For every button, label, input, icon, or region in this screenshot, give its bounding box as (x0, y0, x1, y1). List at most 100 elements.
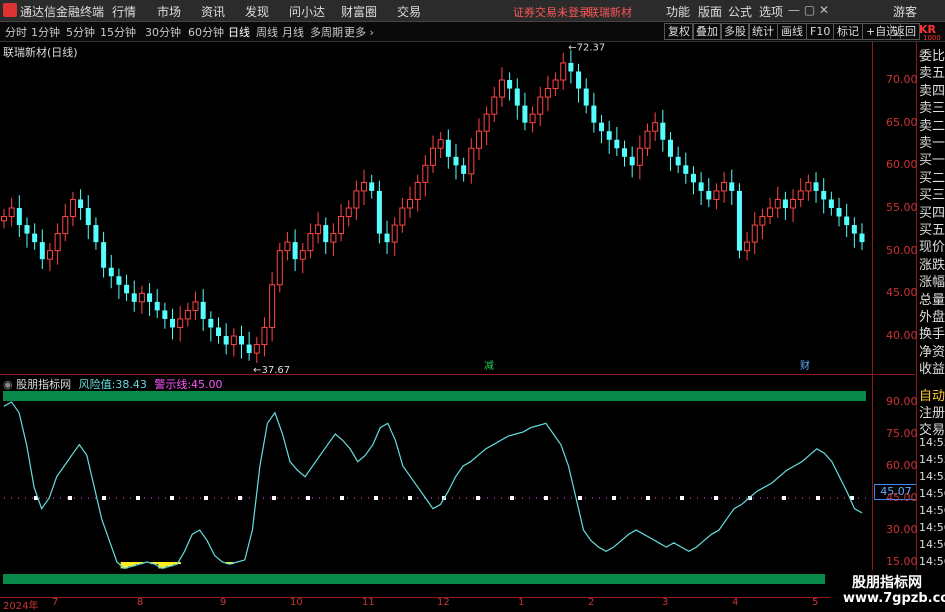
period-tab[interactable]: 多周期 (310, 24, 343, 40)
menu-item[interactable]: 行情 (112, 3, 136, 20)
candle-body (391, 224, 398, 243)
candle-body (453, 156, 459, 166)
candle-body (223, 336, 229, 345)
y-axis-line (872, 42, 873, 609)
login-status[interactable]: 证券交易未登录 (513, 4, 590, 20)
period-tab[interactable]: 30分钟 (145, 24, 181, 40)
period-tab[interactable]: 15分钟 (100, 24, 136, 40)
menu-item[interactable]: 资讯 (201, 3, 225, 20)
candle-body (85, 208, 91, 226)
panel-item[interactable]: 14:56 (919, 487, 945, 500)
toolbar-button[interactable]: 统计 (748, 23, 778, 40)
date-tick: 11 (362, 597, 375, 608)
indicator-settings-icon[interactable]: ◉ (3, 378, 13, 391)
toolbar-button[interactable]: 叠加 (692, 23, 722, 40)
candle-body (353, 190, 360, 209)
menu-item[interactable]: 发现 (245, 3, 269, 20)
menu-item[interactable]: 市场 (157, 3, 181, 20)
indicator-name[interactable]: 股朋指标网 (16, 378, 71, 391)
period-tab[interactable]: 5分钟 (66, 24, 95, 40)
warn-dot (170, 496, 174, 500)
candle-body (552, 79, 559, 90)
panel-item[interactable]: 14:55 (919, 453, 945, 466)
candle-body (813, 182, 819, 191)
right-menu-item[interactable]: 选项 (759, 3, 783, 20)
period-tab[interactable]: 60分钟 (188, 24, 224, 40)
menu-item[interactable]: 财富圈 (341, 3, 377, 20)
right-menu-item[interactable]: 功能 (666, 3, 690, 20)
candle-body (729, 182, 735, 191)
panel-item[interactable]: 14:56 (919, 555, 945, 568)
candle-body (361, 181, 368, 192)
panel-separator[interactable] (0, 374, 915, 375)
candle-body (706, 190, 712, 200)
y-tick-label: 45.00 (886, 286, 918, 300)
candle-body (8, 207, 15, 218)
toolbar-button[interactable]: 多股 (720, 23, 750, 40)
panel-item[interactable]: 14:56 (919, 504, 945, 517)
candle-body (774, 198, 781, 209)
warn-value: 45.00 (191, 378, 223, 391)
period-tab[interactable]: 月线 (282, 24, 304, 40)
period-tab[interactable]: 周线 (256, 24, 278, 40)
candle-body (162, 310, 168, 319)
quote-label: 卖三 (919, 101, 945, 117)
stock-link[interactable]: 联瑞新材 (588, 4, 632, 20)
upper-band (3, 391, 866, 401)
candle-body (276, 250, 283, 286)
candle-body (170, 318, 176, 328)
window-buttons[interactable]: — ▢ ✕ (788, 3, 829, 17)
toolbar-button[interactable]: 返回 (890, 23, 920, 40)
quote-label: 外盘 (919, 310, 945, 325)
panel-item[interactable]: 14:56 (919, 521, 945, 534)
date-tick: 9 (220, 597, 227, 608)
high-price-label: ←72.37 (568, 43, 605, 54)
candle-body (614, 139, 620, 149)
chart-canvas[interactable]: ←72.37←37.67 减财 (0, 42, 916, 609)
menu-item[interactable]: 问小达 (289, 3, 325, 20)
y-tick-label: 65.00 (886, 115, 918, 129)
y-tick-label: 55.00 (886, 201, 918, 214)
candle-body (629, 156, 635, 166)
warn-dot (510, 496, 514, 500)
candle-body (330, 233, 337, 243)
period-tab[interactable]: 更多 › (344, 24, 374, 40)
toolbar-button[interactable]: F10 (806, 23, 835, 40)
menu-item[interactable]: 交易 (397, 3, 421, 20)
period-tab[interactable]: 日线 (228, 24, 250, 40)
candle-body (560, 62, 567, 81)
candle-body (475, 130, 482, 149)
panel-item[interactable]: 14:55 (919, 436, 945, 449)
toolbar-button[interactable]: 标记 (833, 23, 863, 40)
watermark-title: 股朋指标网 (852, 575, 922, 591)
candle-body (1, 216, 7, 222)
right-menu-item[interactable]: 公式 (728, 3, 752, 20)
candle-body (644, 130, 651, 149)
date-tick: 5 (812, 597, 819, 608)
right-menu-item[interactable]: 版面 (698, 3, 722, 20)
indicator-y-tick: 30.00 (886, 523, 918, 536)
warn-dot (68, 496, 72, 500)
toolbar-button[interactable]: 画线 (777, 23, 807, 40)
period-tab[interactable]: 1分钟 (31, 24, 60, 40)
period-tab[interactable]: 分时 (5, 24, 27, 40)
candle-body (483, 113, 490, 132)
date-tick: 12 (437, 597, 450, 608)
candle-body (522, 105, 528, 123)
indicator-y-tick: 45.00 (886, 491, 918, 504)
candle-body (491, 96, 498, 115)
panel-item[interactable]: 14:56 (919, 538, 945, 551)
candle-body (461, 165, 467, 174)
candle-body (736, 190, 742, 251)
date-tick: 1 (518, 597, 525, 608)
candle-body (445, 139, 451, 157)
quote-label: 卖二 (919, 118, 945, 134)
candle-body (622, 148, 628, 157)
candle-body (844, 216, 850, 226)
quote-label: 卖五 (919, 66, 945, 82)
guest-label[interactable]: 游客 (893, 3, 917, 20)
candle-body (407, 198, 414, 209)
app-logo-icon (3, 3, 17, 17)
panel-item[interactable]: 14:55 (919, 470, 945, 483)
toolbar-button[interactable]: 复权 (664, 23, 694, 40)
